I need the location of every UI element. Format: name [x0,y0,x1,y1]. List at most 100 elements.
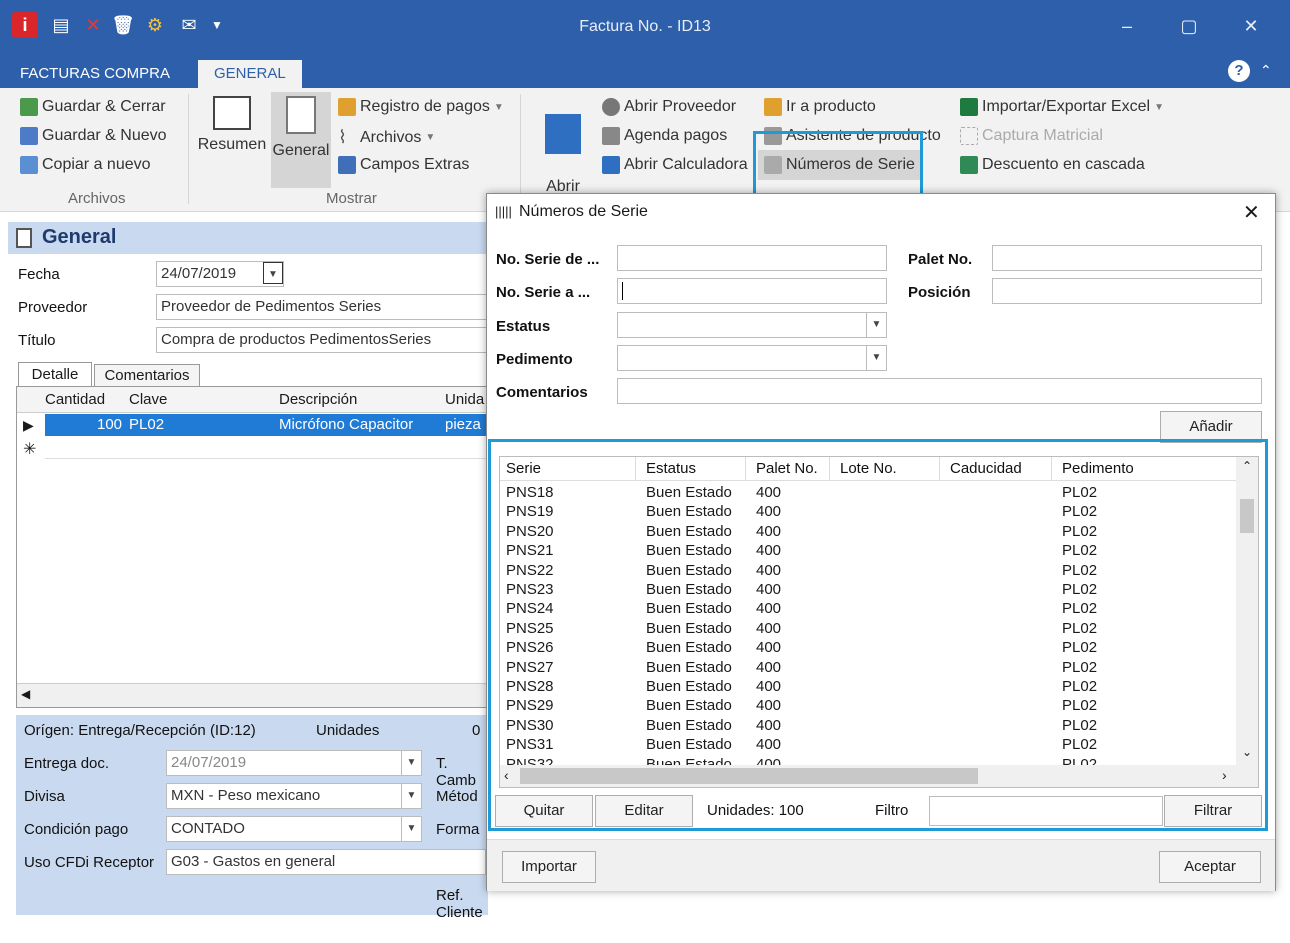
condicion-value: CONTADO [171,820,245,837]
divisa-label: Divisa [24,788,65,805]
agenda-pagos-label: Agenda pagos [624,127,728,144]
abrir-calculadora-button[interactable]: Abrir Calculadora [602,156,748,174]
importar-exportar-excel-button[interactable]: Importar/Exportar Excel ▼ [960,98,1164,116]
registro-pagos-label: Registro de pagos [360,98,490,115]
serie-a-label: No. Serie a ... [496,284,591,301]
archivos-label: Archivos [360,128,422,146]
row-pointer-icon: ▶ [23,417,34,433]
horizontal-scrollbar[interactable]: ◀ [17,683,487,707]
uso-value: G03 - Gastos en general [171,853,336,870]
separator [188,94,189,204]
estatus-select[interactable]: ▼ [617,312,887,338]
chevron-down-icon[interactable]: ▼ [401,784,421,808]
pedimento-select[interactable]: ▼ [617,345,887,371]
captura-matricial-button[interactable]: Captura Matricial [960,127,1103,145]
chevron-down-icon[interactable]: ▼ [263,262,283,284]
uso-field[interactable]: G03 - Gastos en general [166,849,486,875]
collapse-ribbon-icon[interactable]: ⌃ [1260,62,1272,79]
general-view-label: General [272,142,330,159]
tcamb-label: T. Camb [436,755,477,789]
campos-extras-button[interactable]: Campos Extras [338,156,469,174]
subtab-comentarios[interactable]: Comentarios [94,364,200,388]
aceptar-button[interactable]: Aceptar [1159,851,1261,883]
product-icon [764,98,782,116]
serie-a-field[interactable] [617,278,887,304]
document-icon [286,96,316,134]
fecha-field[interactable]: 24/07/2019 ▼ [156,261,284,287]
proveedor-field[interactable]: Proveedor de Pedimentos Series [156,294,488,320]
importar-exportar-label: Importar/Exportar Excel [982,98,1151,115]
subtab-detalle[interactable]: Detalle [18,362,92,388]
serie-de-field[interactable] [617,245,887,271]
cell-cantidad: 100 [97,416,123,433]
table-row[interactable]: 100 PL02 Micrófono Capacitor pieza [45,414,489,436]
guardar-cerrar-label: Guardar & Cerrar [42,98,166,115]
unidades-value: 0 [472,722,481,739]
new-row[interactable] [45,437,489,459]
user-icon [602,98,620,116]
importar-button[interactable]: Importar [502,851,596,883]
guardar-nuevo-button[interactable]: Guardar & Nuevo [20,127,167,145]
close-window-icon[interactable]: ✕ [1236,16,1266,37]
copiar-nuevo-label: Copiar a nuevo [42,156,151,173]
tab-general[interactable]: GENERAL [198,60,302,88]
save-close-icon [20,98,38,116]
tab-facturas-compra[interactable]: FACTURAS COMPRA [4,60,186,88]
archivos-button[interactable]: ⌇ Archivos ▼ [338,127,435,148]
general-view-button[interactable]: General [271,92,331,188]
group-label-archivos: Archivos [68,190,126,207]
chevron-down-icon[interactable]: ▼ [401,817,421,841]
ir-producto-label: Ir a producto [786,98,876,115]
ribbon-tabs: FACTURAS COMPRA GENERAL ? ⌃ [0,56,1290,88]
comentarios-field[interactable] [617,378,1262,404]
chevron-down-icon: ▼ [425,132,436,143]
monitor-icon [213,96,251,130]
entrega-label: Entrega doc. [24,755,110,772]
text-cursor [622,282,623,300]
chevron-down-icon[interactable]: ▼ [866,346,886,370]
proveedor-value: Proveedor de Pedimentos Series [161,298,382,315]
registro-pagos-button[interactable]: Registro de pagos ▼ [338,98,504,116]
uso-label: Uso CFDi Receptor [24,854,155,871]
captura-matricial-label: Captura Matricial [982,127,1103,144]
abrir-proveedor-button[interactable]: Abrir Proveedor [602,98,736,116]
condicion-label: Condición pago [24,821,129,838]
entrega-field[interactable]: 24/07/2019 ▼ [166,750,422,776]
excel-icon [960,98,978,116]
fecha-value: 24/07/2019 [161,265,237,282]
guardar-cerrar-button[interactable]: Guardar & Cerrar [20,98,166,116]
general-header: General [8,222,488,254]
chevron-down-icon: ▼ [493,101,504,113]
divisa-field[interactable]: MXN - Peso mexicano ▼ [166,783,422,809]
titulo-label: Título [18,332,56,349]
metodo-label: Métod [436,788,478,805]
ir-producto-button[interactable]: Ir a producto [764,98,876,116]
descuento-cascada-button[interactable]: Descuento en cascada [960,156,1145,174]
chevron-down-icon[interactable]: ▼ [401,751,421,775]
minimize-icon[interactable]: – [1112,16,1142,37]
building-icon [545,114,581,154]
palet-field[interactable] [992,245,1262,271]
posicion-field[interactable] [992,278,1262,304]
maximize-icon[interactable]: ▢ [1174,16,1204,37]
col-unidad: Unida [445,391,485,408]
cell-unidad: pieza [445,416,481,433]
detail-grid: Cantidad Clave Descripción Unida 100 PL0… [16,386,489,708]
estatus-label: Estatus [496,318,551,335]
calculator-icon [602,156,620,174]
resumen-button[interactable]: Resumen [196,94,268,154]
agenda-pagos-button[interactable]: Agenda pagos [602,127,727,145]
condicion-field[interactable]: CONTADO ▼ [166,816,422,842]
descuento-cascada-label: Descuento en cascada [982,156,1145,173]
serie-de-label: No. Serie de ... [496,251,600,268]
close-icon[interactable]: ✕ [1243,200,1260,225]
dialog-footer: Importar Aceptar [487,839,1275,891]
scroll-left-icon[interactable]: ◀ [21,687,30,701]
titulo-field[interactable]: Compra de productos PedimentosSeries [156,327,488,353]
copiar-nuevo-button[interactable]: Copiar a nuevo [20,156,151,174]
copy-icon [20,156,38,174]
payments-icon [338,98,356,116]
new-row-icon[interactable]: ✳ [23,439,36,459]
help-icon[interactable]: ? [1228,60,1250,82]
chevron-down-icon[interactable]: ▼ [866,313,886,337]
